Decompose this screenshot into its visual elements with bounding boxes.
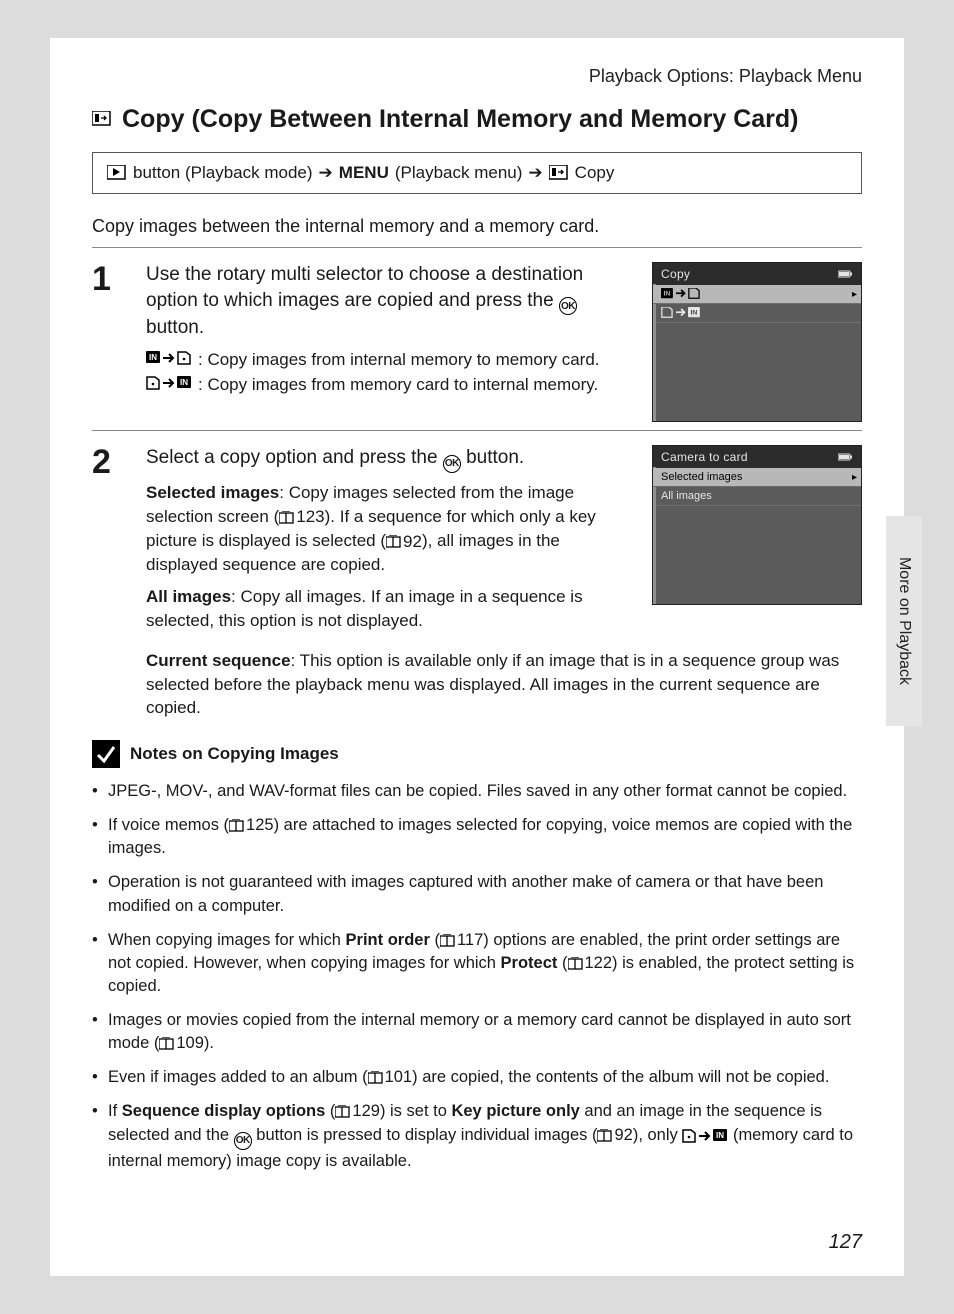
page-number: 127 (829, 1231, 862, 1254)
page-title-text: Copy (Copy Between Internal Memory and M… (122, 105, 799, 134)
in-to-card-icon (146, 351, 192, 365)
playback-icon (107, 165, 127, 181)
note-item: JPEG-, MOV-, and WAV-format files can be… (92, 780, 862, 803)
nav-playback-menu: (Playback menu) (395, 163, 523, 183)
note-item: If voice memos (125) are attached to ima… (92, 814, 862, 860)
page-ref-icon: 122 (568, 952, 613, 975)
screenshot-row-selected: Selected images (653, 468, 861, 487)
note-item: If Sequence display options (129) is set… (92, 1100, 862, 1172)
page-ref-icon: 92 (597, 1124, 632, 1147)
intro-text: Copy images between the internal memory … (92, 216, 862, 237)
step-body: Use the rotary multi selector to choose … (146, 262, 622, 422)
breadcrumb: Playback Options: Playback Menu (92, 66, 862, 87)
screenshot-row (653, 304, 861, 323)
step2-screenshot: Camera to card Selected images All image… (652, 445, 862, 605)
step-number: 1 (92, 262, 126, 422)
document-page: More on Playback Playback Options: Playb… (50, 38, 904, 1276)
page-ref-icon: 125 (229, 814, 274, 837)
step-number: 2 (92, 445, 126, 641)
ok-button-icon: OK (559, 297, 577, 315)
step-1: 1 Use the rotary multi selector to choos… (92, 262, 862, 422)
page-ref-icon: 117 (440, 929, 483, 952)
screenshot-title: Camera to card (661, 450, 748, 464)
side-tab: More on Playback (886, 516, 922, 726)
current-sequence-para: Current sequence: This option is availab… (146, 649, 862, 720)
copy-nav-icon (549, 165, 569, 181)
separator (92, 430, 862, 431)
note-item: Even if images added to an album (101) a… (92, 1066, 862, 1089)
note-item: Operation is not guaranteed with images … (92, 871, 862, 917)
card-to-in-icon (682, 1129, 728, 1143)
screenshot-title-bar: Camera to card (653, 446, 861, 468)
page-ref-icon: 123 (279, 505, 324, 529)
step1-screenshot: Copy IN (652, 262, 862, 422)
page-ref-icon: 129 (335, 1100, 380, 1123)
separator (92, 247, 862, 248)
page-ref-icon: 109 (159, 1032, 204, 1055)
note-item: Images or movies copied from the interna… (92, 1009, 862, 1055)
step1-option-1: : Copy images from internal memory to me… (146, 349, 622, 372)
svg-text:IN: IN (664, 291, 671, 298)
battery-icon (838, 270, 853, 278)
screenshot-scrollbar (653, 284, 656, 421)
step-2-title: Select a copy option and press the OK bu… (146, 445, 622, 473)
screenshot-row-selected: IN (653, 285, 861, 304)
selected-images-para: Selected images: Copy images selected fr… (146, 481, 622, 577)
page-title: Copy (Copy Between Internal Memory and M… (92, 105, 862, 134)
screenshot-title: Copy (661, 267, 690, 281)
nav-menu-word: MENU (339, 163, 389, 183)
step-2: 2 Select a copy option and press the OK … (92, 445, 862, 641)
screenshot-scrollbar (653, 467, 656, 604)
nav-playback-mode: button (Playback mode) (133, 163, 313, 183)
arrow-icon: ➔ (528, 163, 542, 183)
note-item: When copying images for which Print orde… (92, 929, 862, 998)
step-body: Select a copy option and press the OK bu… (146, 445, 622, 641)
arrow-icon: ➔ (319, 163, 333, 183)
check-icon (92, 740, 120, 768)
nav-copy: Copy (575, 163, 615, 183)
card-to-in-icon (146, 376, 192, 390)
page-ref-icon: 101 (368, 1066, 413, 1089)
screenshot-title-bar: Copy (653, 263, 861, 285)
notes-header: Notes on Copying Images (92, 740, 862, 768)
notes-heading-text: Notes on Copying Images (130, 744, 339, 764)
copy-header-icon (92, 111, 114, 129)
page-ref-icon: 92 (386, 530, 422, 554)
screenshot-row: All images (653, 487, 861, 506)
battery-icon (838, 453, 853, 461)
ok-button-icon: OK (234, 1132, 252, 1150)
all-images-para: All images: Copy all images. If an image… (146, 585, 622, 633)
ok-button-icon: OK (443, 455, 461, 473)
step1-option-2: : Copy images from memory card to intern… (146, 374, 622, 397)
side-tab-label: More on Playback (895, 557, 913, 685)
step-1-title: Use the rotary multi selector to choose … (146, 262, 622, 341)
navigation-path: button (Playback mode) ➔ MENU (Playback … (92, 152, 862, 194)
notes-list: JPEG-, MOV-, and WAV-format files can be… (92, 780, 862, 1173)
